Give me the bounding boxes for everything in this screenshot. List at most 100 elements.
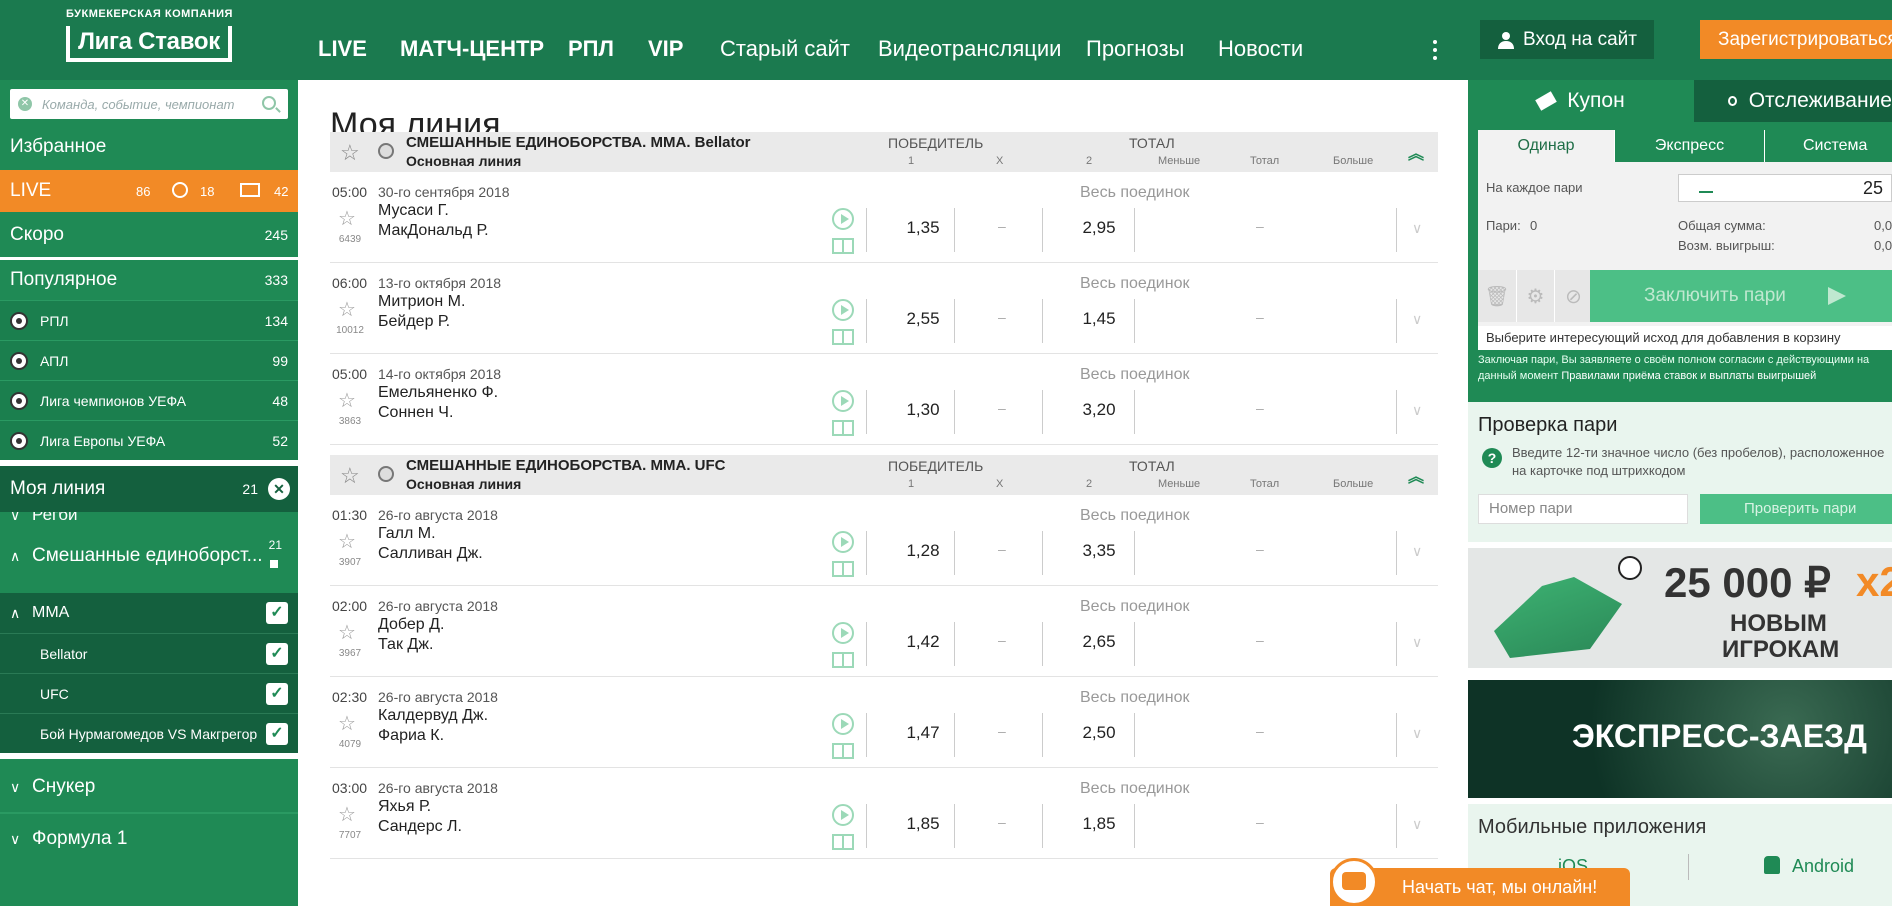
field-icon[interactable] [832,743,854,759]
help-icon[interactable]: ? [1482,448,1502,468]
odd-p1-button[interactable]: 1,42 [888,632,958,652]
nav-news[interactable]: Новости [1218,36,1303,62]
nav-vip[interactable]: VIP [648,36,683,62]
play-icon[interactable] [832,622,854,644]
trash-icon[interactable]: 🗑 [1478,270,1516,322]
nurmagomedov-checkbox[interactable]: ✓ [266,723,288,745]
sidebar-f1[interactable]: ∨ Формула 1 [0,816,298,862]
fighter-1[interactable]: Добер Д. [378,616,444,634]
odd-p1-button[interactable]: 2,55 [888,309,958,329]
field-icon[interactable] [832,329,854,345]
star-icon[interactable]: ☆ [338,711,356,736]
star-icon[interactable]: ☆ [338,802,356,827]
sidebar-item-rpl[interactable]: РПЛ 134 [0,300,298,340]
fighter-2[interactable]: Фариа К. [378,727,444,745]
star-icon[interactable]: ☆ [340,463,360,489]
block-icon[interactable]: ⊘ [1554,270,1592,322]
odd-p1-button[interactable]: 1,47 [888,723,958,743]
odd-p2-button[interactable]: 3,20 [1064,400,1134,420]
odd-p1-button[interactable]: 1,30 [888,400,958,420]
odd-p1-button[interactable]: 1,85 [888,814,958,834]
gear-icon[interactable]: ⚙ [1516,270,1554,322]
chevron-down-icon[interactable]: ∨ [1412,220,1422,237]
field-icon[interactable] [832,420,854,436]
tab-single[interactable]: Одинар [1478,130,1614,162]
chevron-down-icon[interactable]: ∨ [1412,816,1422,833]
odd-p2-button[interactable]: 2,95 [1064,218,1134,238]
star-icon[interactable]: ☆ [338,297,356,322]
fighter-1[interactable]: Емельяненко Ф. [378,384,498,402]
field-icon[interactable] [832,561,854,577]
collapse-icon[interactable]: ︽ [1408,140,1424,164]
more-menu-icon[interactable] [1433,40,1437,64]
check-bet-button[interactable]: Проверить пари [1700,494,1892,524]
star-icon[interactable]: ☆ [340,140,360,166]
sidebar-ufc[interactable]: UFC ✓ [0,673,298,713]
ufc-checkbox[interactable]: ✓ [266,683,288,705]
star-icon[interactable]: ☆ [338,529,356,554]
fighter-1[interactable]: Галл М. [378,525,436,543]
chevron-down-icon[interactable]: ∨ [1412,402,1422,419]
tab-coupon[interactable]: Купон [1468,80,1694,122]
fighter-2[interactable]: Сандерс Л. [378,818,462,836]
nav-match-center[interactable]: МАТЧ-ЦЕНТР [400,36,544,62]
search-input[interactable]: ✕ Команда, событие, чемпионат [10,89,288,119]
place-bet-button[interactable]: Заключить пари [1590,270,1892,322]
chevron-down-icon[interactable]: ∨ [1412,543,1422,560]
promo-banner-express[interactable]: ЭКСПРЕСС-ЗАЕЗД [1468,680,1892,798]
sidebar-item-uel[interactable]: Лига Европы УЕФА 52 [0,420,298,460]
close-icon[interactable]: ✕ [268,478,290,500]
sidebar-popular[interactable]: Популярное 333 [0,260,298,300]
sidebar-item-apl[interactable]: АПЛ 99 [0,340,298,380]
star-icon[interactable]: ☆ [338,620,356,645]
fighter-2[interactable]: Соннен Ч. [378,404,453,422]
register-button[interactable]: Зарегистрироваться [1700,20,1892,59]
field-icon[interactable] [832,238,854,254]
fighter-1[interactable]: Яхья Р. [378,798,431,816]
bet-number-input[interactable]: Номер пари [1478,494,1688,524]
nav-predictions[interactable]: Прогнозы [1086,36,1184,62]
chat-widget[interactable]: Начать чат, мы онлайн! [1320,858,1640,906]
star-icon[interactable]: ☆ [338,388,356,413]
tab-express[interactable]: Экспресс [1614,130,1764,162]
sidebar-snooker[interactable]: ∨ Снукер [0,764,298,810]
promo-banner-bonus[interactable]: 25 000 ₽ x2 НОВЫМ ИГРОКАМ [1468,548,1892,668]
play-icon[interactable] [832,531,854,553]
sidebar-nurmagomedov[interactable]: Бой Нурмагомедов VS Макгрегор ✓ [0,713,298,753]
play-icon[interactable] [832,208,854,230]
play-icon[interactable] [832,299,854,321]
odd-p2-button[interactable]: 1,45 [1064,309,1134,329]
fighter-2[interactable]: Бейдер Р. [378,313,450,331]
chevron-down-icon[interactable]: ∨ [1412,311,1422,328]
clear-icon[interactable]: ✕ [18,97,32,111]
login-button[interactable]: Вход на сайт [1480,20,1654,59]
odd-p2-button[interactable]: 1,85 [1064,814,1134,834]
nav-video[interactable]: Видеотрансляции [878,36,1061,62]
search-icon[interactable] [262,96,276,110]
odd-p1-button[interactable]: 1,28 [888,541,958,561]
field-icon[interactable] [832,834,854,850]
android-link[interactable]: Android [1792,856,1854,877]
fighter-2[interactable]: МакДональд Р. [378,222,489,240]
nav-old-site[interactable]: Старый сайт [720,36,850,62]
stake-input[interactable]: 25 [1678,174,1892,202]
odd-p1-button[interactable]: 1,35 [888,218,958,238]
chevron-down-icon[interactable]: ∨ [1412,634,1422,651]
sidebar-mma[interactable]: ∧ ММА ✓ [0,593,298,633]
tab-system[interactable]: Система [1764,130,1892,162]
field-icon[interactable] [832,652,854,668]
collapse-icon[interactable]: ︽ [1408,463,1424,487]
odd-p2-button[interactable]: 2,65 [1064,632,1134,652]
nav-live[interactable]: LIVE [318,36,367,62]
fighter-1[interactable]: Калдервуд Дж. [378,707,488,725]
mma-checkbox[interactable]: ✓ [266,602,288,624]
tab-tracking[interactable]: Отслеживание [1694,80,1892,122]
odd-p2-button[interactable]: 2,50 [1064,723,1134,743]
star-icon[interactable]: ☆ [338,206,356,231]
sidebar-my-line[interactable]: Моя линия 21 ✕ [0,466,298,512]
sidebar-bellator[interactable]: Bellator ✓ [0,633,298,673]
play-icon[interactable] [832,804,854,826]
sidebar-favorites[interactable]: Избранное [0,128,298,166]
terms-link[interactable]: Правилами приёма ставок и выплаты выигры… [1561,370,1816,382]
fighter-1[interactable]: Мусаси Г. [378,202,449,220]
